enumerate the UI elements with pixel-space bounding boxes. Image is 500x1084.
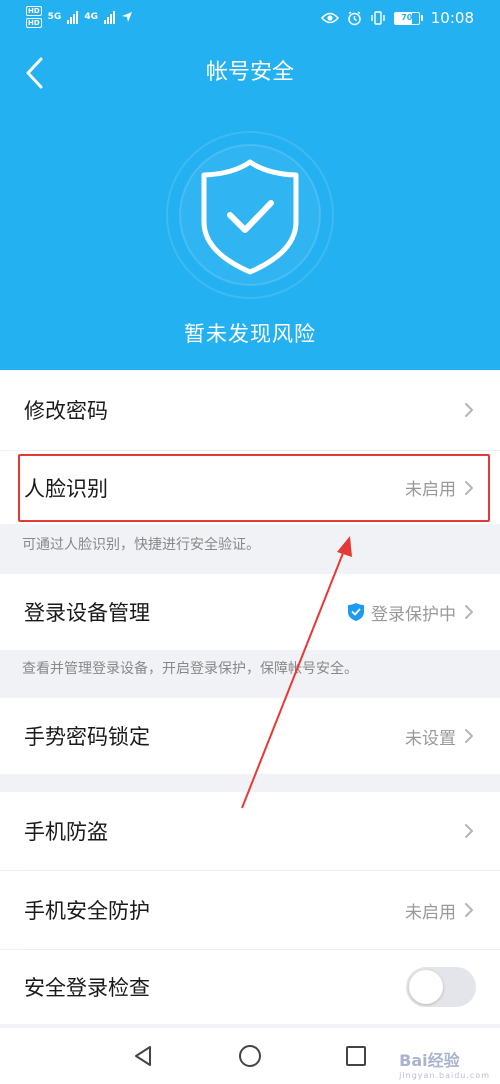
- signal-5g-icon: [67, 10, 79, 24]
- nav-back-icon: [135, 1046, 151, 1066]
- change-password-row[interactable]: 修改密码: [0, 370, 500, 450]
- phone-protection-row[interactable]: 手机安全防护 未启用: [0, 871, 500, 949]
- login-devices-description: 查看并管理登录设备，开启登录保护，保障帐号安全。: [22, 661, 358, 677]
- battery-icon: 70: [393, 11, 423, 25]
- chevron-right-icon: [465, 480, 473, 495]
- alarm-icon: [348, 10, 361, 25]
- battery-tip: [420, 15, 423, 21]
- signal-4g-icon: [103, 10, 115, 24]
- face-recognition-right: 未启用: [405, 475, 476, 500]
- security-header: HD HD 5G 4G 70 10:08 帐号安全 暂未发现风险: [0, 0, 500, 370]
- face-recognition-description: 可通过人脸识别，快捷进行安全验证。: [22, 537, 260, 553]
- eye-icon: [320, 12, 339, 24]
- system-nav-bar: Bai经验 jingyan.baidu.com: [0, 1028, 500, 1084]
- shield-illustration: [155, 130, 345, 300]
- nav-home-icon: [239, 1045, 261, 1067]
- hd-badge-bottom: HD: [26, 18, 42, 28]
- phone-protection-right: 未启用: [405, 898, 476, 923]
- shield-badge-icon: [348, 603, 364, 621]
- login-devices-row[interactable]: 登录设备管理 登录保护中: [0, 574, 500, 650]
- net-4g-label: 4G: [84, 12, 98, 22]
- change-password-label: 修改密码: [24, 399, 108, 423]
- baidu-watermark: Bai经验 jingyan.baidu.com: [399, 1047, 490, 1080]
- login-devices-label: 登录设备管理: [24, 601, 150, 625]
- status-left: HD HD 5G 4G: [26, 6, 133, 28]
- login-check-toggle[interactable]: [406, 967, 476, 1007]
- page-title: 帐号安全: [205, 60, 294, 85]
- chevron-right-icon: [465, 605, 473, 619]
- gesture-lock-label: 手势密码锁定: [24, 725, 150, 749]
- status-right: 70 10:08: [320, 8, 474, 28]
- shield-check-icon: [166, 131, 334, 299]
- phone-protection-status: 未启用: [405, 902, 456, 923]
- hd-badge-top: HD: [26, 6, 42, 16]
- gesture-lock-row[interactable]: 手势密码锁定 未设置: [0, 698, 500, 774]
- vibrate-icon: [371, 11, 385, 25]
- chevron-right-icon: [465, 824, 473, 838]
- change-password-right: [462, 400, 476, 420]
- hd-badges: HD HD: [26, 6, 42, 28]
- location-icon: [121, 12, 132, 22]
- face-recognition-status: 未启用: [405, 480, 456, 500]
- face-recognition-row[interactable]: 人脸识别 未启用: [0, 451, 500, 524]
- gesture-lock-right: 未设置: [405, 724, 476, 749]
- toggle-knob: [409, 970, 443, 1004]
- login-devices-status: 登录保护中: [371, 604, 456, 625]
- anti-theft-row[interactable]: 手机防盗: [0, 792, 500, 870]
- status-bar: HD HD 5G 4G 70 10:08: [0, 0, 500, 36]
- nav-recent-icon: [346, 1046, 366, 1066]
- phone-protection-label: 手机安全防护: [24, 899, 150, 923]
- anti-theft-right: [462, 821, 476, 841]
- login-devices-right: 登录保护中: [347, 600, 476, 625]
- nav-back-button[interactable]: [123, 1038, 163, 1074]
- battery-body: 70: [393, 11, 420, 25]
- risk-status-text: 暂未发现风险: [184, 322, 316, 346]
- net-5g-label: 5G: [47, 12, 62, 22]
- watermark-sub: jingyan.baidu.com: [399, 1071, 490, 1080]
- battery-level: 70: [401, 12, 413, 22]
- anti-theft-label: 手机防盗: [24, 820, 108, 844]
- login-check-row: 安全登录检查: [0, 950, 500, 1024]
- login-check-label: 安全登录检查: [24, 976, 150, 1000]
- face-recognition-label: 人脸识别: [24, 476, 108, 501]
- nav-recent-button[interactable]: [336, 1038, 376, 1074]
- chevron-right-icon: [465, 403, 473, 417]
- gesture-lock-status: 未设置: [405, 728, 456, 749]
- nav-home-button[interactable]: [230, 1038, 270, 1074]
- watermark-text: Bai经验: [399, 1051, 460, 1070]
- chevron-right-icon: [465, 729, 473, 743]
- status-time: 10:08: [430, 9, 474, 27]
- chevron-right-icon: [465, 903, 473, 917]
